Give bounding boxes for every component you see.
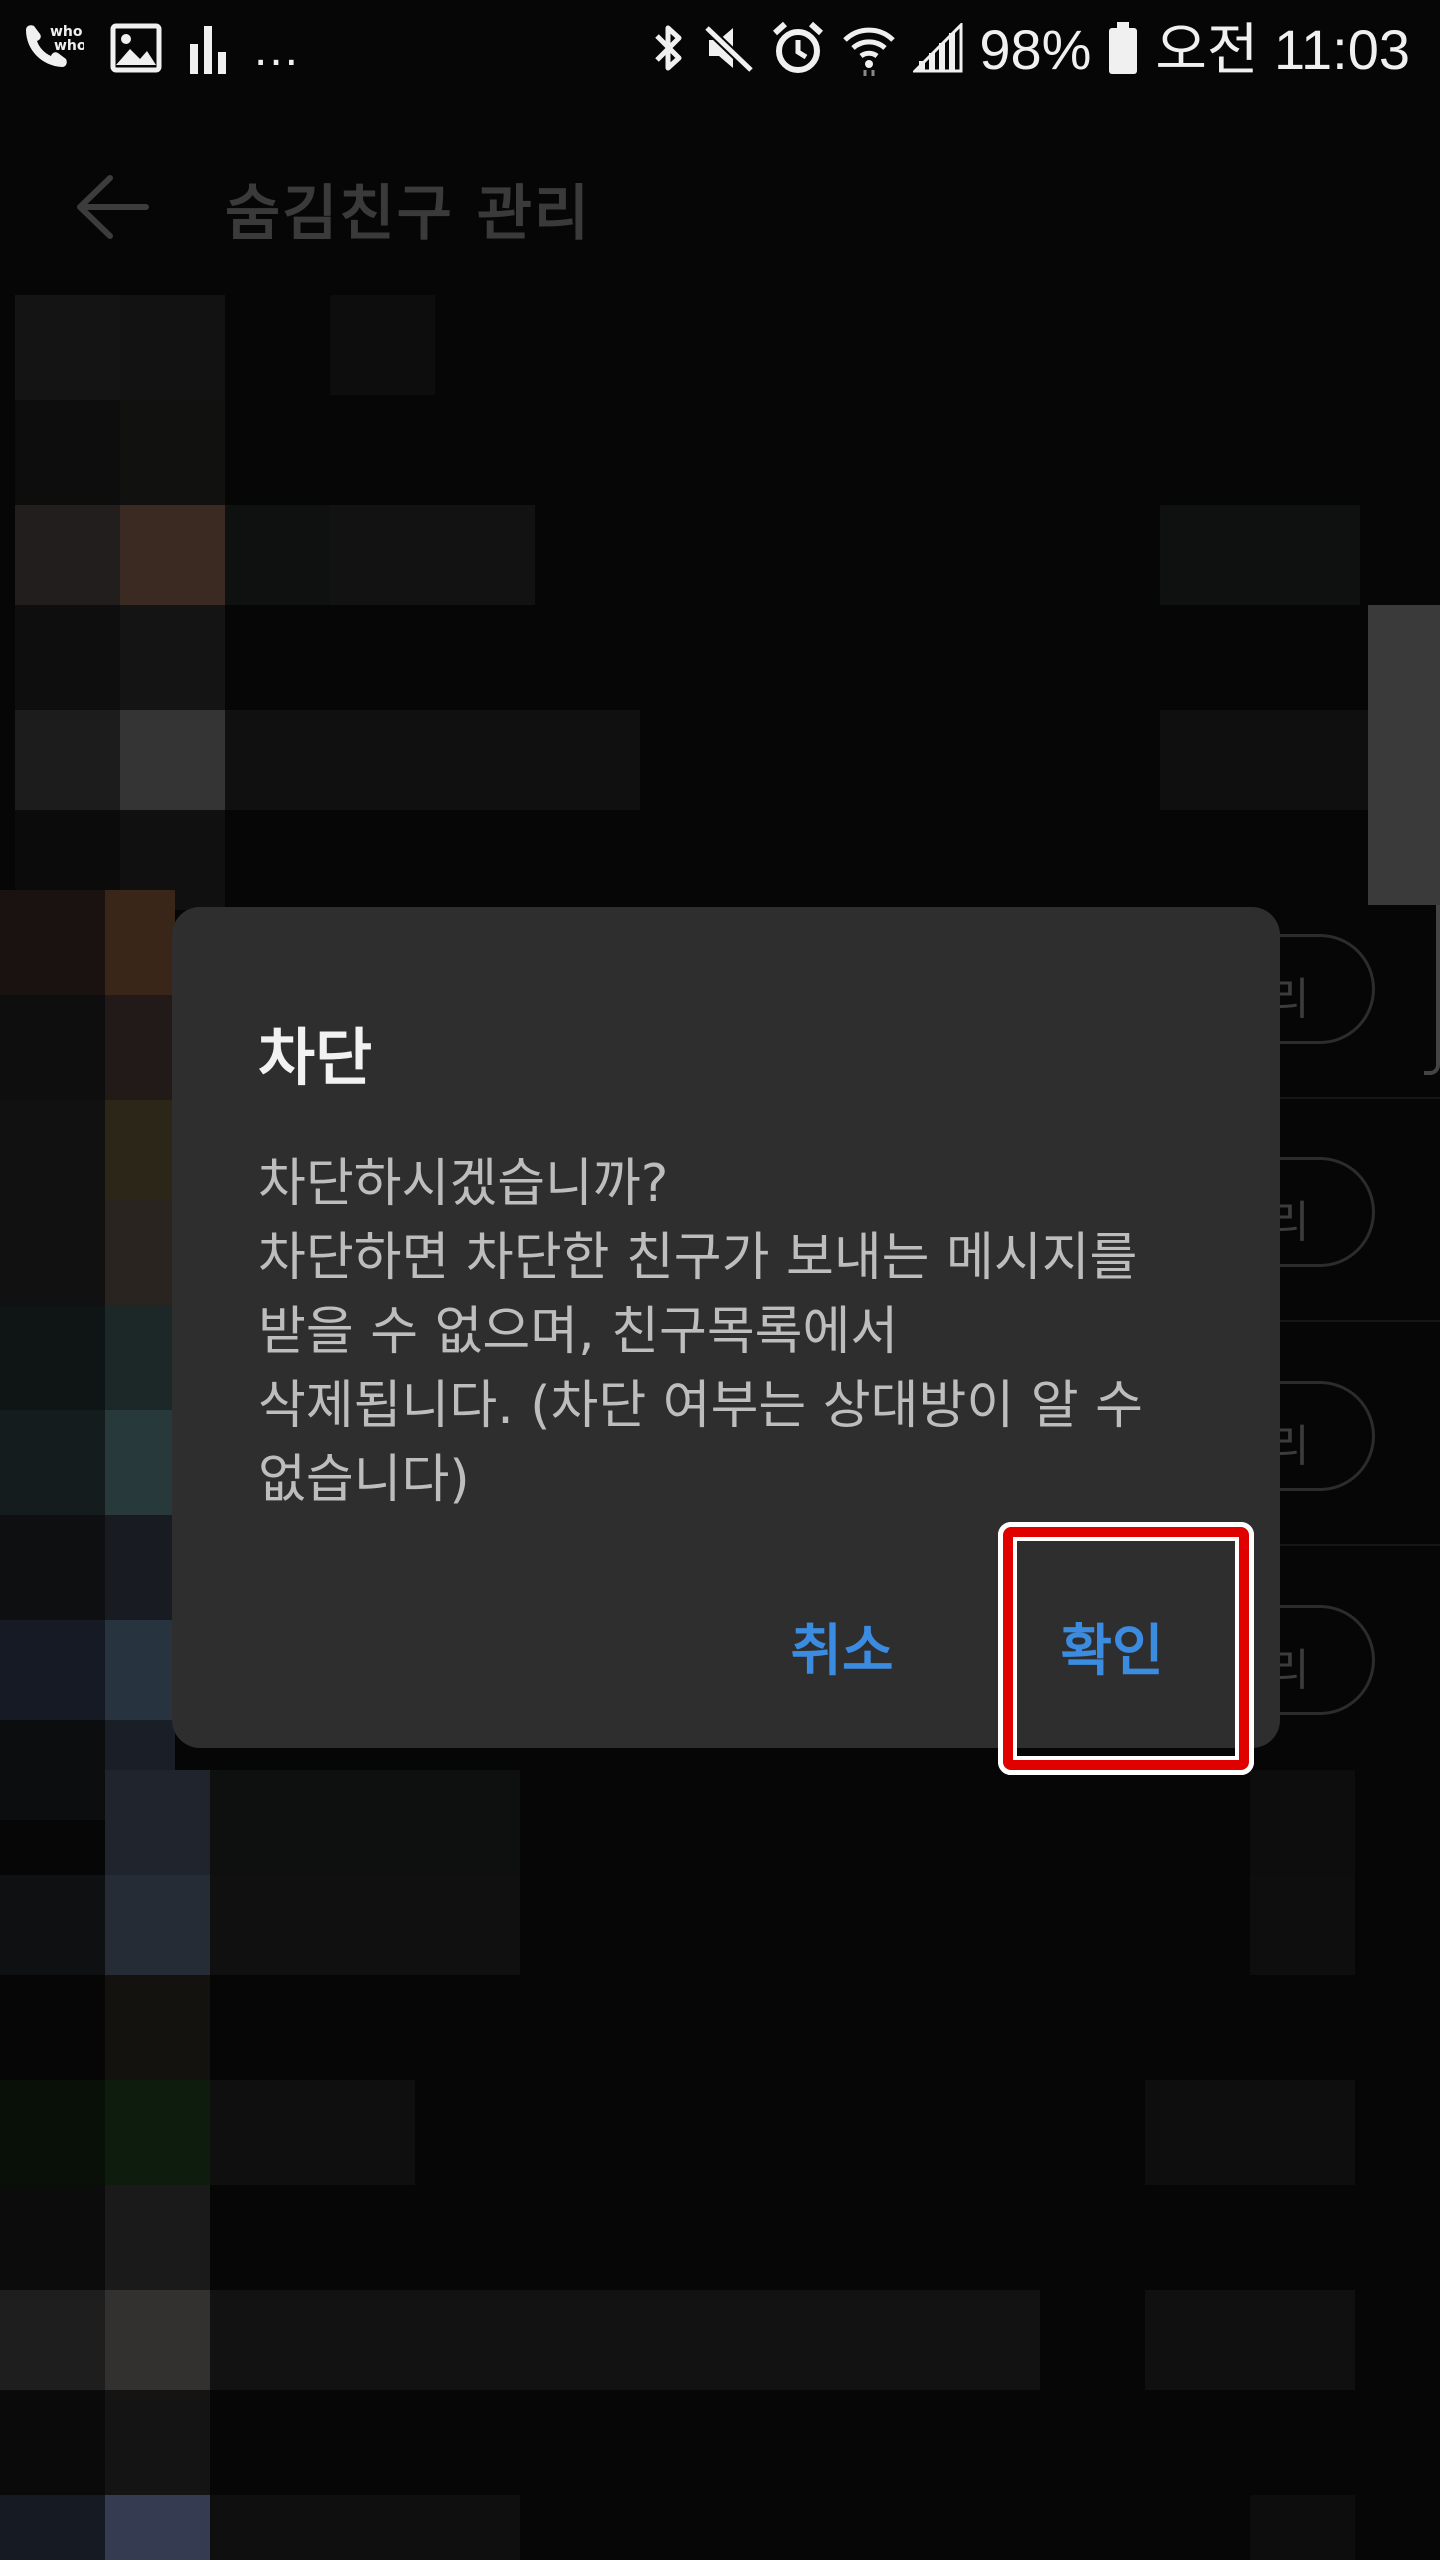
more-notifications-indicator: ... [254,23,301,76]
back-arrow-icon[interactable] [70,172,150,242]
clock: 오전 11:03 [1155,18,1410,81]
mute-icon [703,22,755,78]
gallery-icon [110,23,162,77]
wifi-icon [841,20,897,80]
svg-text:who: who [54,38,84,54]
battery-icon [1107,20,1139,80]
block-confirm-dialog: 차단 차단하시겠습니까? 차단하면 차단한 친구가 보내는 메시지를 받을 수 … [172,907,1280,1748]
whowho-call-icon: who who [20,20,87,80]
scroll-edge [1424,905,1440,1075]
status-bar: who who ... 98% 오전 11:03 [0,0,1440,100]
cell-signal-icon [911,21,963,77]
dialog-title: 차단 [258,1021,373,1094]
bluetooth-icon [651,20,687,80]
app-bar [0,100,1440,290]
confirm-button[interactable]: 확인 [1012,1607,1212,1697]
page-title: 숨김친구 관리 [225,179,592,249]
alarm-icon [771,21,825,79]
cancel-button[interactable]: 취소 [752,1607,932,1697]
signal-chart-icon [188,22,228,78]
fast-scroll-thumb[interactable] [1368,605,1440,905]
battery-percent: 98% [979,18,1092,81]
dialog-message: 차단하시겠습니까? 차단하면 차단한 친구가 보내는 메시지를 받을 수 없으며… [258,1154,1143,1510]
